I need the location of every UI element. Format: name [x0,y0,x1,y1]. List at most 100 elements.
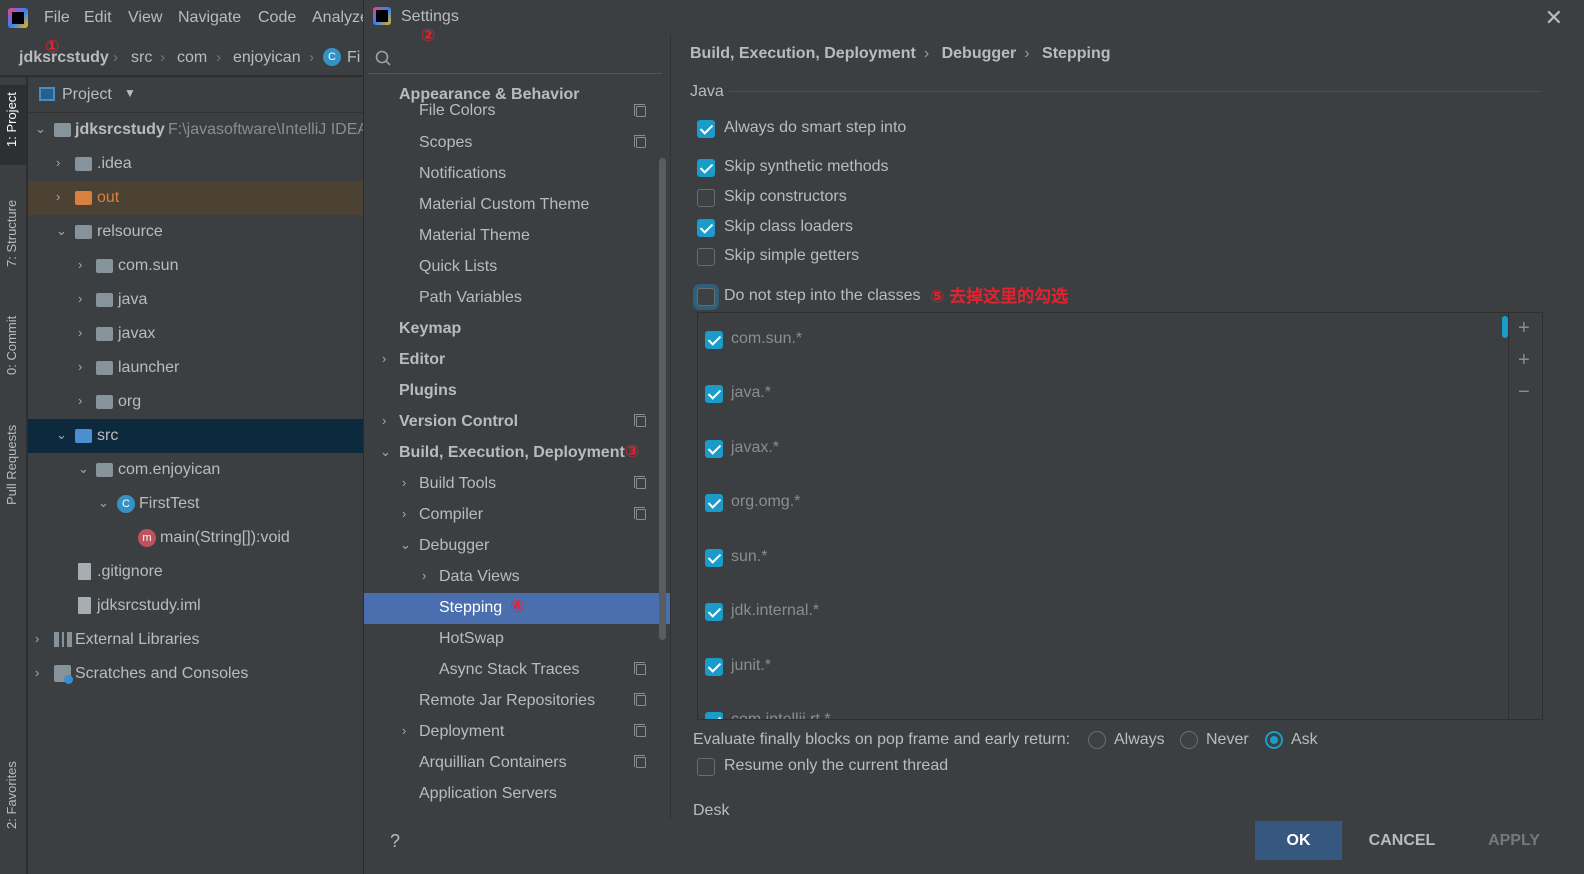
nav-async-stack-traces[interactable]: Async Stack Traces [364,655,670,686]
chevron-right-icon[interactable]: › [78,359,82,374]
chevron-right-icon[interactable]: › [402,506,406,521]
tree-item-idea[interactable]: › .idea [28,147,370,181]
checkbox[interactable] [697,248,715,266]
chevron-right-icon[interactable]: › [35,631,39,646]
chevron-right-icon[interactable]: › [56,189,60,204]
tree-item-iml[interactable]: jdksrcstudy.iml [28,589,370,623]
tree-item-main-method[interactable]: m main(String[]):void [28,521,370,555]
radio-always[interactable] [1088,731,1106,749]
breadcrumb-src[interactable]: src [131,49,152,67]
tree-item-org[interactable]: › org [28,385,370,419]
nav-path-variables[interactable]: Path Variables [364,283,670,314]
checkbox[interactable] [697,288,715,306]
close-icon[interactable]: ✕ [1545,5,1563,31]
nav-compiler[interactable]: › Compiler [364,500,670,531]
tab-structure-label[interactable]: 7: Structure [4,200,19,267]
radio-never[interactable] [1180,731,1198,749]
checkbox[interactable] [697,189,715,207]
nav-remote-jar-repositories[interactable]: Remote Jar Repositories [364,686,670,717]
tree-item-com-enjoyican[interactable]: ⌄ com.enjoyican [28,453,370,487]
tree-item-gitignore[interactable]: .gitignore [28,555,370,589]
nav-material-theme[interactable]: Material Theme [364,221,670,252]
checkbox[interactable] [697,758,715,776]
menu-edit[interactable]: Edit [84,9,112,27]
tree-item-relsource[interactable]: ⌄ relsource [28,215,370,249]
chevron-down-icon[interactable]: ⌄ [400,537,411,553]
chevron-right-icon[interactable]: › [422,568,426,583]
tree-item-external-libraries[interactable]: › External Libraries [28,623,370,657]
tab-pull-requests-label[interactable]: Pull Requests [4,425,19,505]
add-class-icon[interactable]: + [1518,317,1530,340]
breadcrumb-firsttest[interactable]: Fi [347,49,360,67]
radio-label[interactable]: Ask [1291,731,1318,749]
menu-navigate[interactable]: Navigate [178,9,241,27]
radio-ask[interactable] [1265,731,1283,749]
chevron-right-icon[interactable]: › [78,291,82,306]
menu-analyze[interactable]: Analyze [312,9,369,27]
tree-item-launcher[interactable]: › launcher [28,351,370,385]
tree-item-scratches[interactable]: › Scratches and Consoles [28,657,370,691]
tab-favorites-label[interactable]: 2: Favorites [4,761,19,829]
help-button[interactable]: ? [390,831,400,852]
breadcrumb-com[interactable]: com [177,49,207,67]
apply-button[interactable]: APPLY [1462,821,1566,860]
nav-deployment[interactable]: › Deployment [364,717,670,748]
settings-search-input[interactable] [368,44,662,74]
tree-item-javax[interactable]: › javax [28,317,370,351]
nav-notifications[interactable]: Notifications [364,159,670,190]
chevron-right-icon[interactable]: › [56,155,60,170]
nav-arquillian-containers[interactable]: Arquillian Containers [364,748,670,779]
nav-version-control[interactable]: › Version Control [364,407,670,438]
chevron-down-icon[interactable]: ▼ [124,86,136,100]
ok-button[interactable]: OK [1255,821,1342,860]
tab-commit-label[interactable]: 0: Commit [4,316,19,375]
remove-icon[interactable]: − [1518,381,1530,404]
breadcrumb-enjoyican[interactable]: enjoyican [233,49,301,67]
nav-application-servers[interactable]: Application Servers [364,779,670,810]
checkbox[interactable] [705,385,723,403]
radio-label[interactable]: Always [1114,731,1165,749]
nav-appearance-behavior[interactable]: Appearance & Behavior [364,80,670,103]
chevron-down-icon[interactable]: ⌄ [380,444,391,460]
nav-build-execution-deployment[interactable]: ⌄ Build, Execution, Deployment ③ [364,438,670,469]
chevron-right-icon[interactable]: › [402,475,406,490]
nav-keymap[interactable]: Keymap [364,314,670,345]
chevron-right-icon[interactable]: › [382,413,386,428]
tree-item-out[interactable]: › out [28,181,370,215]
chevron-right-icon[interactable]: › [78,393,82,408]
nav-hotswap[interactable]: HotSwap [364,624,670,655]
checkbox[interactable] [705,440,723,458]
nav-scopes[interactable]: Scopes [364,128,670,159]
chevron-down-icon[interactable]: ⌄ [98,495,109,511]
chevron-right-icon[interactable]: › [402,723,406,738]
nav-stepping[interactable]: Stepping ④ [364,593,670,624]
nav-debugger[interactable]: ⌄ Debugger [364,531,670,562]
chevron-down-icon[interactable]: ⌄ [35,121,46,137]
project-view-selector[interactable]: Project [62,86,112,104]
chevron-down-icon[interactable]: ⌄ [56,223,67,239]
chevron-down-icon[interactable]: ⌄ [78,461,89,477]
checkbox[interactable] [697,219,715,237]
chevron-right-icon[interactable]: › [78,257,82,272]
checkbox[interactable] [697,159,715,177]
checkbox[interactable] [705,331,723,349]
chevron-right-icon[interactable]: › [35,665,39,680]
tree-item-jdksrcstudy[interactable]: ⌄ jdksrcstudy F:\javasoftware\IntelliJ I… [28,113,370,147]
checkbox[interactable] [705,658,723,676]
add-pattern-icon[interactable]: + [1518,349,1530,372]
menu-view[interactable]: View [128,9,162,27]
checkbox[interactable] [705,494,723,512]
nav-build-tools[interactable]: › Build Tools [364,469,670,500]
nav-plugins[interactable]: Plugins [364,376,670,407]
nav-scrollbar[interactable] [659,158,666,640]
tree-item-com-sun[interactable]: › com.sun [28,249,370,283]
chevron-down-icon[interactable]: ⌄ [56,427,67,443]
cancel-button[interactable]: CANCEL [1357,821,1447,860]
menu-code[interactable]: Code [258,9,296,27]
checkbox[interactable] [705,603,723,621]
tree-item-java[interactable]: › java [28,283,370,317]
breadcrumb-project[interactable]: jdksrcstudy [19,49,109,67]
tree-item-src[interactable]: ⌄ src [28,419,370,453]
nav-material-custom-theme[interactable]: Material Custom Theme [364,190,670,221]
checkbox[interactable] [705,712,723,719]
